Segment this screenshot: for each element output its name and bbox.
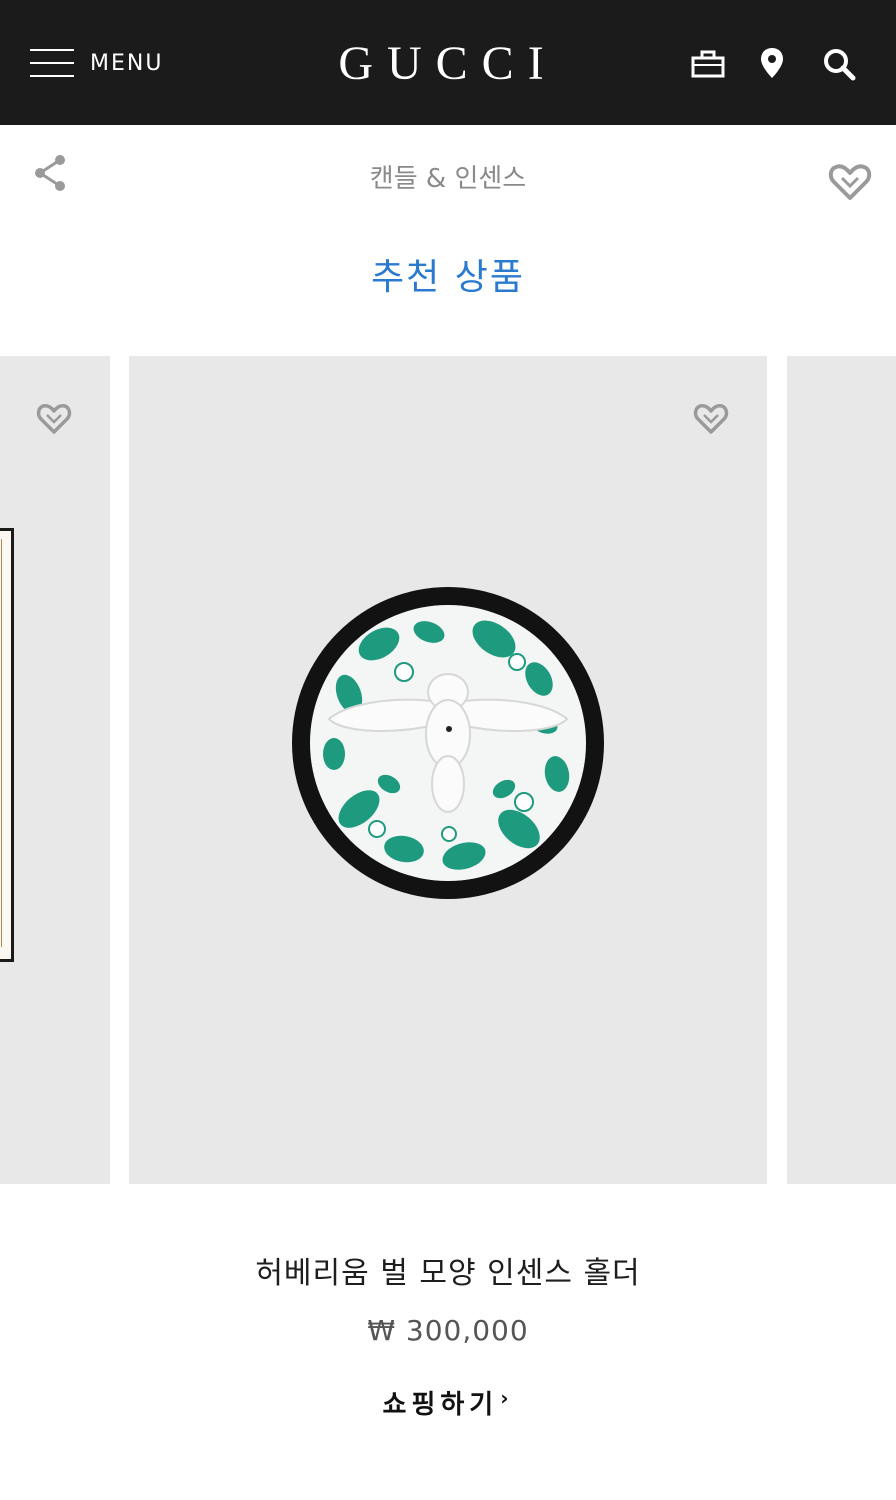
product-card-previous[interactable]: [0, 356, 110, 1184]
hamburger-icon: [30, 48, 74, 78]
shop-now-link[interactable]: 쇼핑하기 ›: [348, 1384, 548, 1421]
product-image-previous: [0, 528, 14, 962]
product-card-next[interactable]: [787, 356, 896, 1184]
product-page: MENU GUCCI 캔들 & 인센스 추천 상품 허베리움 벌 모양 인센스 …: [0, 0, 896, 1500]
search-icon[interactable]: [819, 44, 859, 84]
product-card[interactable]: [129, 356, 767, 1184]
heart-icon[interactable]: [691, 398, 731, 438]
top-navigation-bar: MENU GUCCI: [0, 0, 896, 125]
product-name[interactable]: 허베리움 벌 모양 인센스 홀더: [148, 1248, 748, 1292]
category-title: 캔들 & 인센스: [369, 164, 527, 194]
menu-label: MENU: [90, 50, 164, 76]
location-pin-icon[interactable]: [752, 44, 792, 84]
recommended-products-title: 추천 상품: [371, 257, 525, 298]
heart-icon[interactable]: [34, 398, 74, 438]
product-price: ₩ 300,000: [367, 1314, 529, 1347]
product-image: [289, 584, 607, 902]
heart-icon[interactable]: [826, 158, 874, 206]
share-icon[interactable]: [30, 152, 72, 194]
shopping-bag-icon[interactable]: [688, 44, 728, 84]
chevron-right-icon: ›: [500, 1386, 514, 1410]
menu-button[interactable]: MENU: [30, 40, 163, 86]
shop-now-label: 쇼핑하기: [382, 1390, 499, 1420]
brand-logo[interactable]: GUCCI: [300, 34, 596, 94]
